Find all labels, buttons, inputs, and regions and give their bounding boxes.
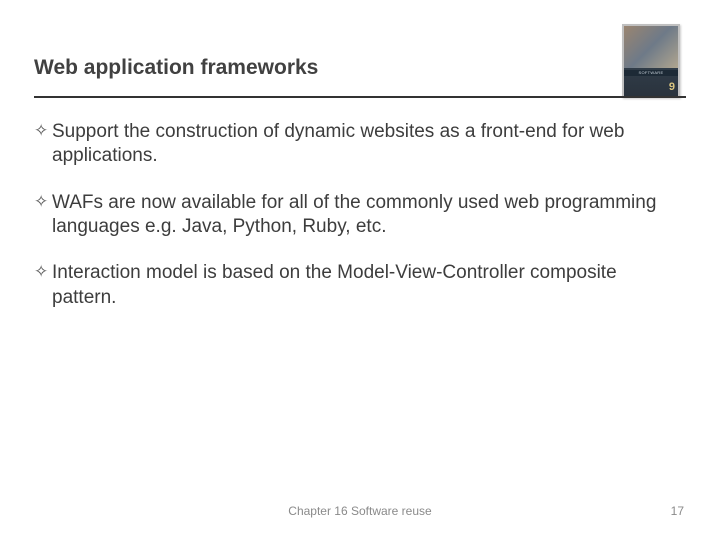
- book-cover-title: SOFTWARE ENGINEERING: [624, 70, 678, 76]
- diamond-bullet-icon: ✧: [34, 191, 52, 213]
- diamond-bullet-icon: ✧: [34, 120, 52, 142]
- slide-body: ✧ Support the construction of dynamic we…: [34, 120, 686, 332]
- title-divider: [34, 96, 686, 98]
- bullet-item: ✧ Interaction model is based on the Mode…: [34, 261, 686, 310]
- bullet-text: Support the construction of dynamic webs…: [52, 120, 686, 169]
- page-number: 17: [671, 504, 684, 518]
- footer-chapter-label: Chapter 16 Software reuse: [0, 504, 720, 518]
- slide: SOFTWARE ENGINEERING 9 Web application f…: [0, 0, 720, 540]
- bullet-text: WAFs are now available for all of the co…: [52, 191, 686, 240]
- book-cover-thumbnail: SOFTWARE ENGINEERING 9: [622, 24, 680, 98]
- book-cover-photo: [624, 26, 678, 68]
- book-edition-number: 9: [669, 81, 675, 93]
- diamond-bullet-icon: ✧: [34, 261, 52, 283]
- bullet-text: Interaction model is based on the Model-…: [52, 261, 686, 310]
- bullet-item: ✧ WAFs are now available for all of the …: [34, 191, 686, 240]
- slide-title: Web application frameworks: [34, 56, 318, 80]
- bullet-item: ✧ Support the construction of dynamic we…: [34, 120, 686, 169]
